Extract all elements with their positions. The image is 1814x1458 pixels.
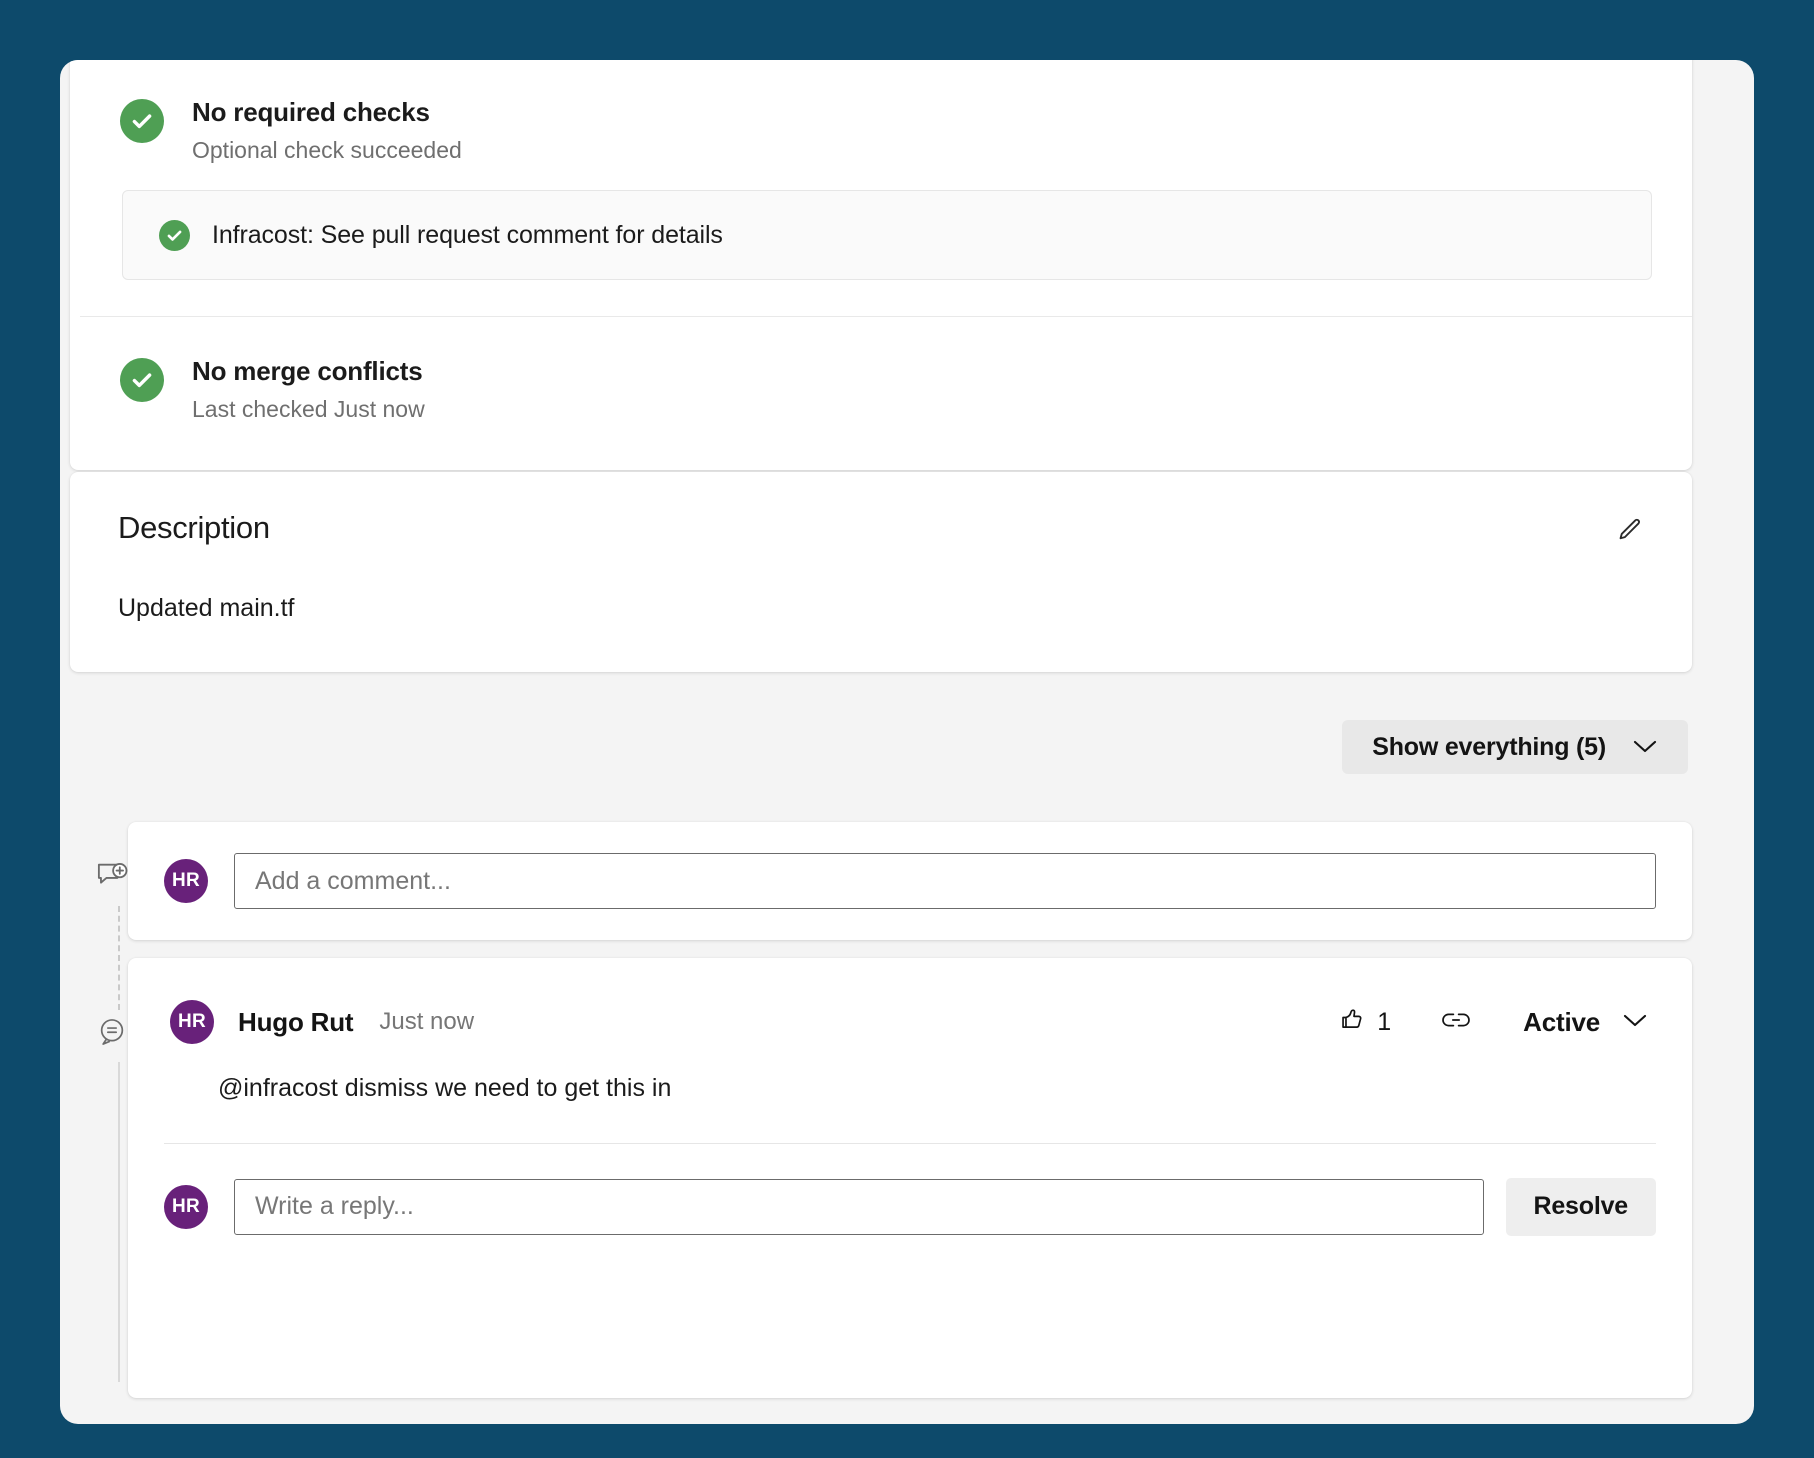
check-circle-icon bbox=[120, 358, 164, 403]
comment-icon bbox=[96, 1016, 128, 1053]
comment-actions: 1 Active bbox=[1333, 1002, 1652, 1042]
comment-timestamp: Just now bbox=[379, 1008, 475, 1035]
check-row-conflicts: No merge conflicts Last checked Just now bbox=[70, 317, 1692, 467]
show-everything-button[interactable]: Show everything (5) bbox=[1342, 720, 1688, 774]
optional-check-label: Infracost: See pull request comment for … bbox=[212, 220, 723, 249]
add-comment-input[interactable] bbox=[234, 853, 1656, 909]
reply-input[interactable] bbox=[234, 1178, 1484, 1235]
avatar: HR bbox=[164, 859, 208, 903]
check-text: No required checks Optional check succee… bbox=[192, 96, 462, 164]
description-card: Description Updated main.tf bbox=[70, 472, 1692, 672]
show-everything-row: Show everything (5) bbox=[70, 720, 1692, 774]
check-subtitle: Last checked Just now bbox=[192, 395, 425, 422]
check-title: No required checks bbox=[192, 97, 430, 127]
show-everything-label: Show everything (5) bbox=[1372, 732, 1606, 761]
avatar: HR bbox=[170, 1000, 214, 1044]
link-icon bbox=[1441, 1011, 1471, 1034]
like-button[interactable]: 1 bbox=[1333, 1002, 1397, 1042]
check-subtitle: Optional check succeeded bbox=[192, 136, 462, 163]
thread-status-label: Active bbox=[1523, 1006, 1600, 1037]
description-header: Description bbox=[118, 510, 1652, 554]
resolve-button[interactable]: Resolve bbox=[1505, 1177, 1656, 1236]
description-title: Description bbox=[118, 510, 270, 545]
description-body: Updated main.tf bbox=[118, 594, 295, 622]
check-circle-icon bbox=[159, 219, 190, 251]
like-count: 1 bbox=[1377, 1007, 1392, 1036]
avatar: HR bbox=[164, 1184, 208, 1229]
comment-header: HR Hugo Rut Just now 1 Active bbox=[128, 958, 1692, 1044]
copy-link-button[interactable] bbox=[1437, 1007, 1475, 1038]
check-title: No merge conflicts bbox=[192, 356, 423, 387]
comment-body: @infracost dismiss we need to get this i… bbox=[218, 1074, 672, 1102]
check-row-required: No required checks Optional check succee… bbox=[70, 60, 1692, 164]
edit-description-button[interactable] bbox=[1608, 510, 1652, 554]
app-surface: No required checks Optional check succee… bbox=[60, 60, 1754, 1424]
check-text: No merge conflicts Last checked Just now bbox=[192, 355, 425, 423]
rail-solid-connector bbox=[118, 1062, 120, 1382]
optional-check-item[interactable]: Infracost: See pull request comment for … bbox=[122, 190, 1652, 281]
rail-dashed-connector bbox=[118, 906, 120, 1010]
chevron-down-icon bbox=[1622, 1012, 1648, 1033]
reply-row: HR Resolve bbox=[128, 1144, 1692, 1236]
comment-thread-card: HR Hugo Rut Just now 1 Active @infracost… bbox=[128, 958, 1692, 1398]
thumbs-up-icon bbox=[1339, 1006, 1366, 1038]
comment-composer-card: HR bbox=[128, 822, 1692, 940]
comment-add-icon bbox=[96, 860, 130, 899]
checks-card: No required checks Optional check succee… bbox=[70, 60, 1692, 470]
pencil-icon bbox=[1616, 516, 1644, 549]
check-circle-icon bbox=[120, 99, 164, 143]
chevron-down-icon bbox=[1632, 738, 1658, 757]
thread-status-dropdown[interactable]: Active bbox=[1519, 1003, 1652, 1042]
comment-author: Hugo Rut bbox=[238, 1006, 354, 1037]
scroll-area[interactable]: No required checks Optional check succee… bbox=[60, 60, 1754, 1424]
